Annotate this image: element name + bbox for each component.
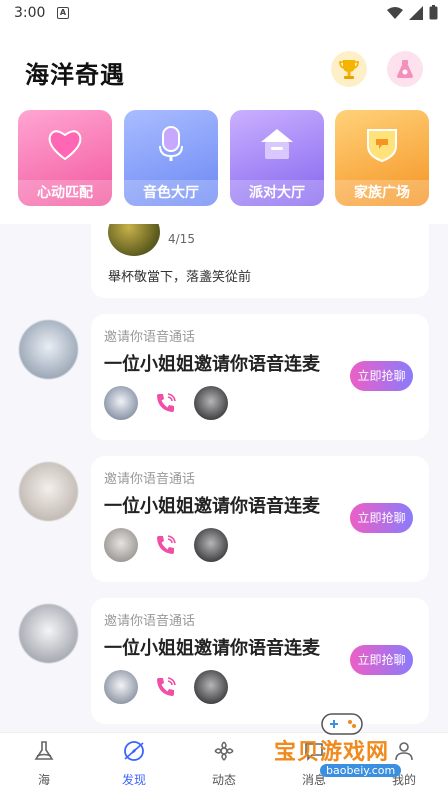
category-label: 家族广场 bbox=[335, 180, 429, 206]
house-icon bbox=[261, 129, 293, 159]
call-participants bbox=[104, 528, 228, 562]
invite-title: 一位小姐姐邀请你语音连麦 bbox=[104, 496, 320, 517]
receiver-avatar bbox=[194, 528, 228, 562]
grab-chat-button[interactable]: 立即抢聊 bbox=[350, 645, 413, 675]
caller-avatar bbox=[104, 670, 138, 704]
phone-icon bbox=[157, 535, 176, 554]
tab-sea[interactable]: 海 bbox=[4, 739, 84, 788]
watermark-text: 宝贝游戏网 bbox=[274, 740, 390, 765]
phone-icon bbox=[157, 393, 176, 412]
watermark: 宝贝游戏网 baobeiy.com bbox=[268, 708, 428, 792]
caller-avatar bbox=[104, 386, 138, 420]
avatar[interactable] bbox=[19, 462, 78, 521]
avatar[interactable] bbox=[19, 320, 78, 379]
status-bar: 3:00 A bbox=[0, 0, 448, 28]
caller-avatar bbox=[104, 528, 138, 562]
tab-label: 动态 bbox=[211, 773, 236, 787]
watermark-url: baobeiy.com bbox=[320, 764, 402, 777]
microphone-icon bbox=[159, 126, 183, 161]
category-label: 派对大厅 bbox=[230, 180, 324, 206]
grab-chat-button[interactable]: 立即抢聊 bbox=[350, 503, 413, 533]
post-date: 4/15 bbox=[168, 232, 195, 246]
category-label: 音色大厅 bbox=[124, 180, 218, 206]
receiver-avatar bbox=[194, 386, 228, 420]
category-voice-hall[interactable]: 音色大厅 bbox=[124, 110, 218, 206]
trophy-icon bbox=[339, 60, 359, 79]
invite-subtitle: 邀请你语音通话 bbox=[104, 330, 196, 345]
header: 海洋奇遇 心动匹配 音色大厅 派对大厅 家族广场 bbox=[0, 28, 448, 224]
receiver-avatar bbox=[194, 670, 228, 704]
flower-icon bbox=[214, 741, 234, 761]
tab-discover[interactable]: 发现 bbox=[94, 739, 174, 788]
potion-icon bbox=[397, 60, 413, 78]
category-heart-match[interactable]: 心动匹配 bbox=[18, 110, 112, 206]
tab-label: 海 bbox=[37, 773, 50, 787]
invite-card[interactable]: 邀请你语音通话 一位小姐姐邀请你语音连麦 立即抢聊 bbox=[91, 456, 429, 582]
shield-icon bbox=[367, 129, 397, 163]
notification-icon: A bbox=[57, 7, 69, 19]
category-party-hall[interactable]: 派对大厅 bbox=[230, 110, 324, 206]
feed-list[interactable]: 4/15 舉杯敬當下，落盞笑從前 邀请你语音通话 一位小姐姐邀请你语音连麦 立即… bbox=[0, 224, 448, 732]
compass-icon bbox=[124, 741, 144, 761]
call-participants bbox=[104, 386, 228, 420]
invite-subtitle: 邀请你语音通话 bbox=[104, 472, 196, 487]
category-label: 心动匹配 bbox=[18, 180, 112, 206]
post-card[interactable]: 4/15 舉杯敬當下，落盞笑從前 bbox=[91, 224, 429, 298]
gamepad-icon bbox=[321, 713, 363, 735]
post-text: 舉杯敬當下，落盞笑從前 bbox=[108, 270, 252, 285]
sea-icon bbox=[34, 741, 54, 760]
avatar[interactable] bbox=[19, 604, 78, 663]
battery-icon bbox=[429, 5, 438, 20]
trophy-button[interactable] bbox=[331, 51, 367, 87]
phone-icon bbox=[157, 677, 176, 696]
grab-chat-button[interactable]: 立即抢聊 bbox=[350, 361, 413, 391]
heart-icon bbox=[48, 130, 82, 161]
tab-moments[interactable]: 动态 bbox=[184, 739, 264, 788]
page-title: 海洋奇遇 bbox=[25, 61, 125, 89]
call-participants bbox=[104, 670, 228, 704]
post-avatar[interactable] bbox=[108, 224, 160, 256]
invite-title: 一位小姐姐邀请你语音连麦 bbox=[104, 638, 320, 659]
status-icons bbox=[387, 5, 438, 20]
invite-title: 一位小姐姐邀请你语音连麦 bbox=[104, 354, 320, 375]
tab-label: 发现 bbox=[121, 773, 146, 787]
invite-card[interactable]: 邀请你语音通话 一位小姐姐邀请你语音连麦 立即抢聊 bbox=[91, 314, 429, 440]
invite-card[interactable]: 邀请你语音通话 一位小姐姐邀请你语音连麦 立即抢聊 bbox=[91, 598, 429, 724]
invite-subtitle: 邀请你语音通话 bbox=[104, 614, 196, 629]
category-family-square[interactable]: 家族广场 bbox=[335, 110, 429, 206]
wifi-icon bbox=[387, 6, 403, 19]
signal-icon bbox=[409, 5, 423, 20]
potion-button[interactable] bbox=[387, 51, 423, 87]
status-time: 3:00 bbox=[14, 5, 46, 21]
